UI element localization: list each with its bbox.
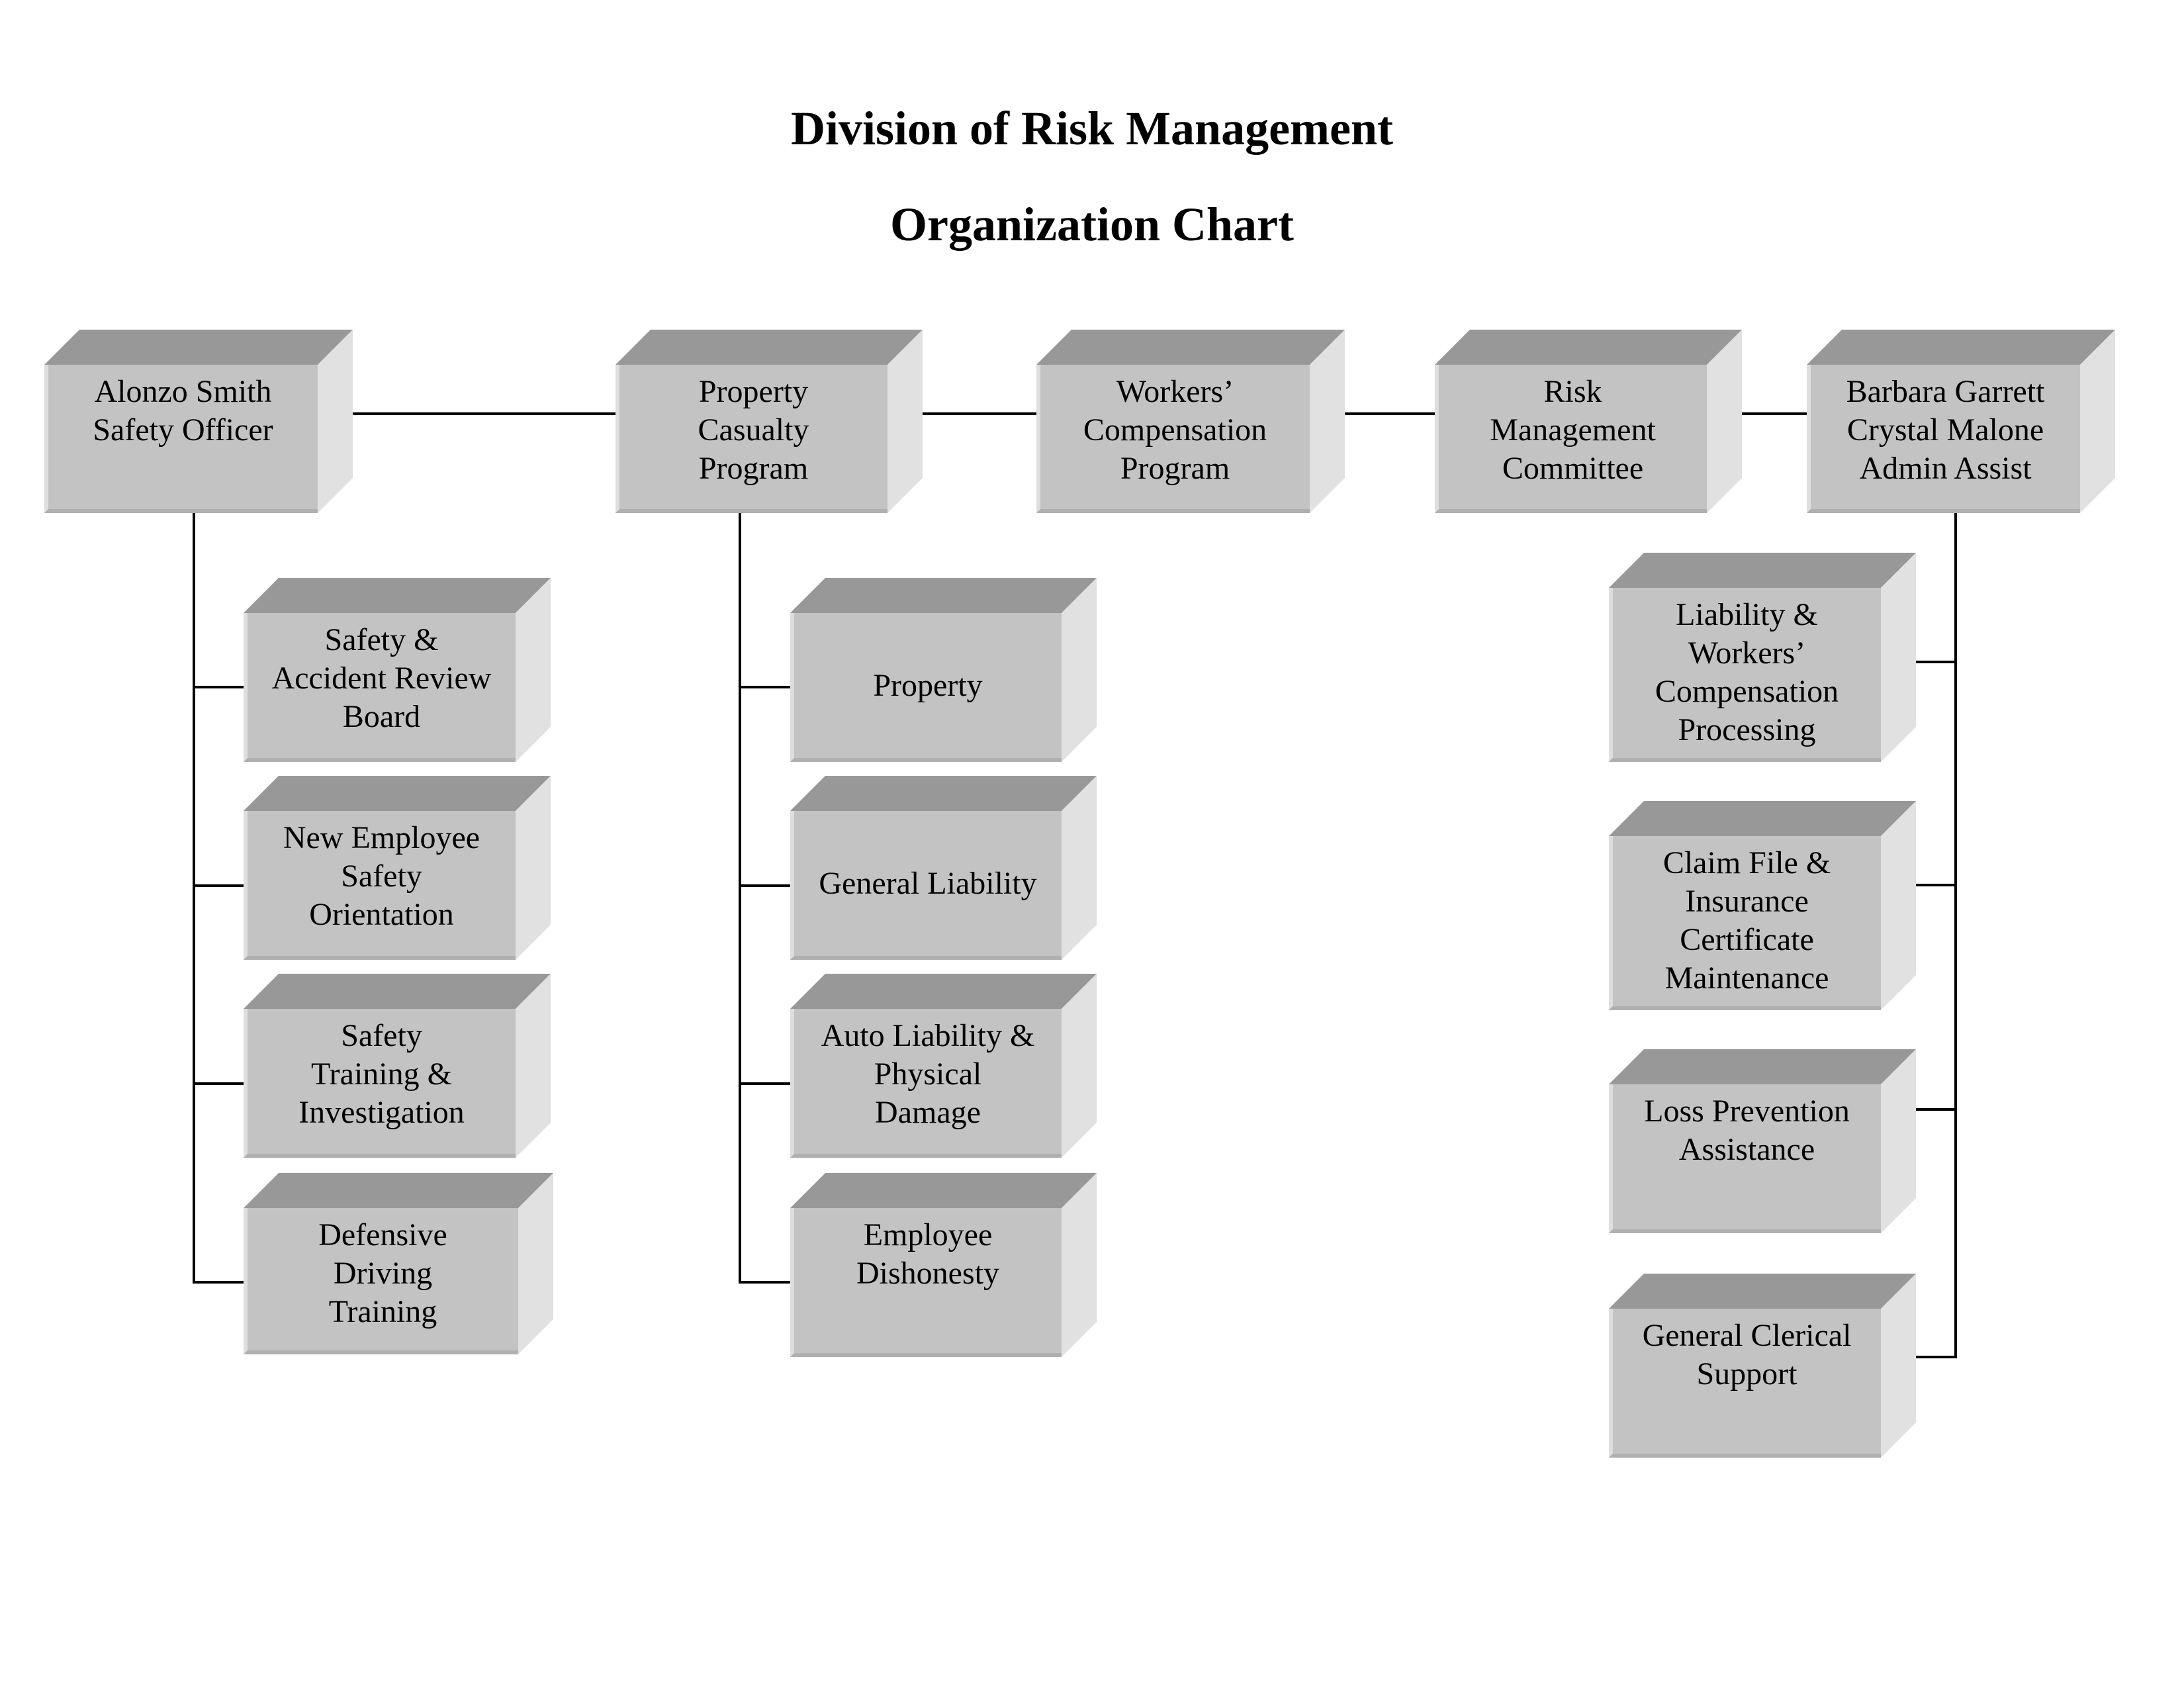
box-label: Safety Training & Investigation [298, 1018, 465, 1130]
box-defensive-driving-training: Defensive Driving Training [244, 1173, 553, 1354]
box-label: Liability & Workers’ Compensation Proces… [1655, 597, 1839, 747]
box-label: Workers’ Compensation Program [1083, 374, 1267, 486]
box-label: Employee Dishonesty [856, 1217, 999, 1291]
box-safety-accident-review-board: Safety & Accident Review Board [244, 578, 551, 762]
box-top-face [244, 776, 551, 811]
box-top-face [1036, 330, 1345, 365]
box-top-face [790, 974, 1097, 1009]
box-top-face [790, 776, 1097, 811]
box-label: Barbara Garrett Crystal Malone Admin Ass… [1846, 374, 2045, 486]
box-top-face [1609, 801, 1916, 836]
box-safety-officer: Alonzo Smith Safety Officer [44, 330, 353, 513]
box-loss-prevention-assistance: Loss Prevention Assistance [1609, 1049, 1916, 1233]
box-side-face [1881, 801, 1916, 1010]
box-top-face [1807, 330, 2115, 365]
box-top-face [1609, 1274, 1916, 1309]
box-top-face [1609, 553, 1916, 588]
box-label: General Clerical Support [1642, 1318, 1852, 1391]
box-label: Safety & Accident Review Board [271, 622, 492, 734]
box-label: Risk Management Committee [1490, 374, 1656, 486]
box-property: Property [790, 578, 1097, 762]
box-label: Property [873, 667, 983, 703]
box-new-employee-safety-orientation: New Employee Safety Orientation [244, 776, 551, 960]
box-top-face [1609, 1049, 1916, 1084]
box-top-face [244, 1173, 553, 1208]
box-label: Defensive Driving Training [318, 1217, 447, 1329]
box-liability-workers-comp-processing: Liability & Workers’ Compensation Proces… [1609, 553, 1916, 762]
box-label: Property Casualty Program [698, 374, 809, 486]
box-admin-assist: Barbara Garrett Crystal Malone Admin Ass… [1807, 330, 2115, 513]
box-label: Auto Liability & Physical Damage [821, 1018, 1035, 1130]
box-top-face [790, 1173, 1097, 1208]
box-label: Loss Prevention Assistance [1644, 1094, 1850, 1167]
box-general-liability: General Liability [790, 776, 1097, 960]
box-auto-liability-physical-damage: Auto Liability & Physical Damage [790, 974, 1097, 1158]
box-top-face [244, 578, 551, 613]
box-risk-management-committee: Risk Management Committee [1435, 330, 1742, 513]
box-safety-training-investigation: Safety Training & Investigation [244, 974, 551, 1158]
box-top-face [1435, 330, 1742, 365]
box-general-clerical-support: General Clerical Support [1609, 1274, 1916, 1458]
box-label: General Liability [819, 865, 1037, 901]
box-label: Claim File & Insurance Certificate Maint… [1662, 845, 1831, 996]
box-side-face [1881, 553, 1916, 762]
box-top-face [790, 578, 1097, 613]
box-top-face [244, 974, 551, 1009]
box-property-casualty-program: Property Casualty Program [615, 330, 923, 513]
box-employee-dishonesty: Employee Dishonesty [790, 1173, 1097, 1357]
box-top-face [44, 330, 353, 365]
box-label: Alonzo Smith Safety Officer [93, 374, 273, 447]
box-claim-file-insurance-certificate: Claim File & Insurance Certificate Maint… [1609, 801, 1916, 1010]
box-label: New Employee Safety Orientation [283, 820, 480, 932]
box-top-face [615, 330, 923, 365]
box-workers-compensation-program: Workers’ Compensation Program [1036, 330, 1345, 513]
